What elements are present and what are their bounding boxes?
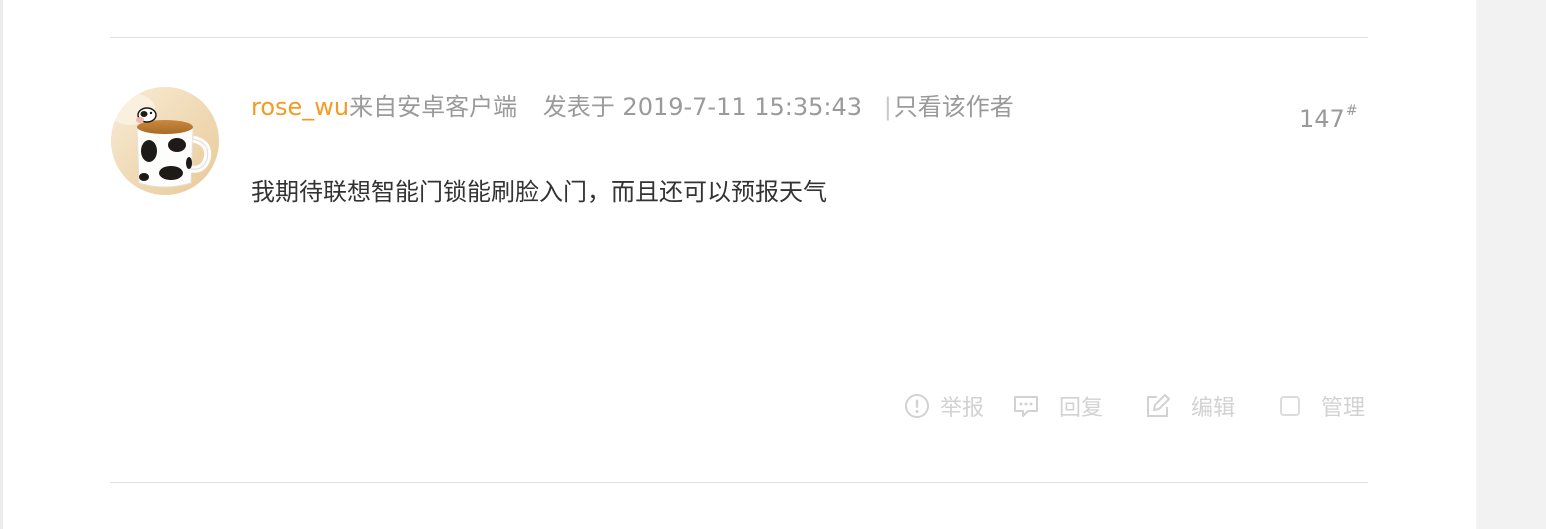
post-body-text: 我期待联想智能门锁能刷脸入门，而且还可以预报天气 xyxy=(251,178,827,206)
post-header: rose_wu来自安卓客户端 发表于 2019-7-11 15:35:43 |只… xyxy=(251,90,1014,124)
reply-label: 回复 xyxy=(1059,396,1104,421)
manage-label: 管理 xyxy=(1321,396,1366,421)
post-panel xyxy=(3,0,1476,529)
only-author-link[interactable]: |只看该作者 xyxy=(884,93,1014,121)
author-avatar[interactable] xyxy=(111,87,219,195)
edit-label: 编辑 xyxy=(1191,396,1236,421)
chat-bubble-icon xyxy=(1013,393,1039,419)
floor-mark: # xyxy=(1345,103,1358,119)
posted-at: 发表于 2019-7-11 15:35:43 xyxy=(543,93,862,121)
only-author-separator: | xyxy=(883,93,892,121)
only-author-label: 只看该作者 xyxy=(893,93,1014,121)
posted-label: 发表于 xyxy=(542,93,615,121)
bottom-divider xyxy=(110,482,1368,483)
report-label: 举报 xyxy=(940,396,985,421)
edit-button[interactable]: 编辑 xyxy=(1145,389,1235,423)
posted-time: 2019-7-11 15:35:43 xyxy=(622,93,863,121)
edit-pencil-icon xyxy=(1145,393,1171,419)
top-divider xyxy=(110,37,1368,38)
manage-button[interactable]: 管理 xyxy=(1277,389,1365,423)
client-source-label: 来自安卓客户端 xyxy=(349,93,518,121)
floor-number-value: 147 xyxy=(1299,105,1345,133)
report-button[interactable]: 举报 xyxy=(904,389,984,423)
reply-button[interactable]: 回复 xyxy=(1013,389,1103,423)
author-name-link[interactable]: rose_wu xyxy=(251,93,349,121)
exclamation-circle-icon xyxy=(904,393,930,419)
checkbox-icon[interactable] xyxy=(1277,393,1303,419)
floor-number[interactable]: 147# xyxy=(1299,102,1358,136)
cow-mug-image xyxy=(111,87,219,195)
